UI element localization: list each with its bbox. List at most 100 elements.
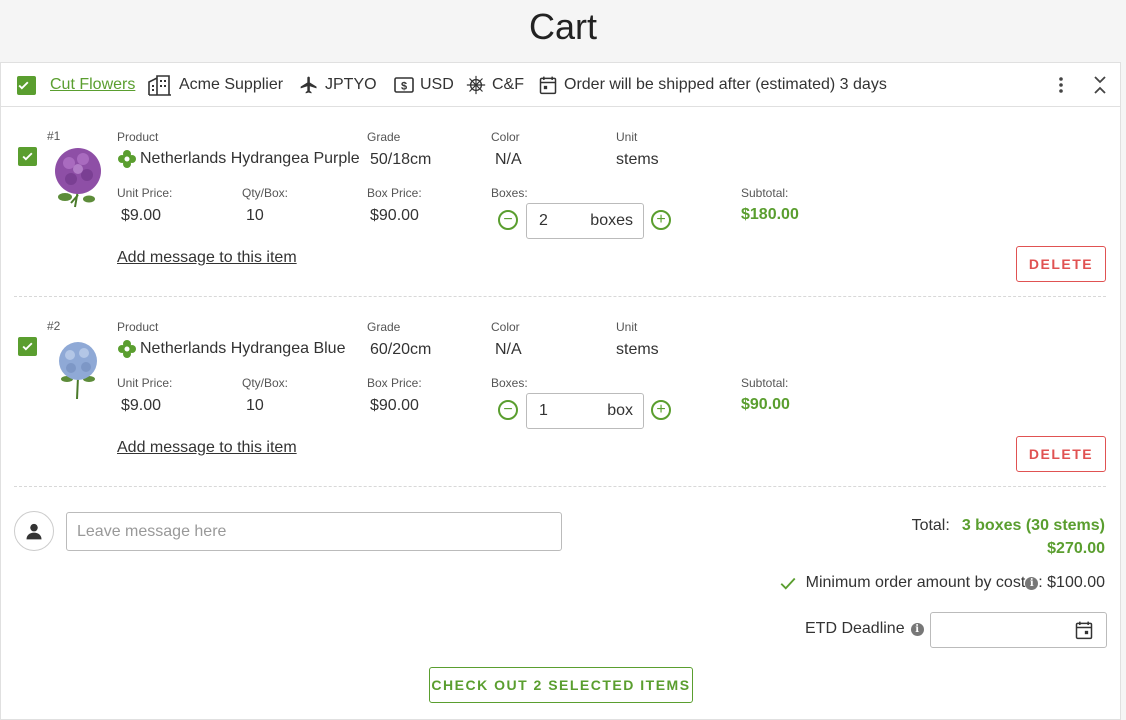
subtotal-value: $90.00 xyxy=(741,396,790,413)
increment-button[interactable]: + xyxy=(651,210,671,230)
decrement-button[interactable]: − xyxy=(498,400,518,420)
delete-button[interactable]: DELETE xyxy=(1016,246,1106,282)
qty-box-value: 10 xyxy=(246,397,264,414)
total-amount: $270.00 xyxy=(1047,540,1105,557)
min-order-value: : $100.00 xyxy=(1038,574,1105,591)
product-name: Netherlands Hydrangea Purple xyxy=(140,150,360,167)
product-name: Netherlands Hydrangea Blue xyxy=(140,340,346,357)
unit-price-label: Unit Price: xyxy=(117,186,173,200)
subtotal-label: Subtotal: xyxy=(741,376,789,390)
shipping-info: Order will be shipped after (estimated) … xyxy=(538,63,887,107)
subtotal-value: $180.00 xyxy=(741,206,799,223)
unit-value: stems xyxy=(616,151,659,168)
shipping-note: Order will be shipped after (estimated) … xyxy=(564,76,887,93)
grade-label: Grade xyxy=(367,320,401,334)
supplier-info: Acme Supplier xyxy=(147,63,283,107)
supplier-name: Acme Supplier xyxy=(179,76,284,93)
grade-label: Grade xyxy=(367,130,401,144)
grade-value: 50/18cm xyxy=(370,151,432,168)
total-row: Total: 3 boxes (30 stems) xyxy=(912,517,1105,535)
item-index: #1 xyxy=(47,129,61,143)
collapse-button[interactable] xyxy=(1092,63,1114,107)
product-name-row: Netherlands Hydrangea Blue xyxy=(117,339,345,359)
total-label: Total: xyxy=(911,517,950,534)
box-price-label: Box Price: xyxy=(367,376,422,390)
more-options-button[interactable] xyxy=(1053,63,1075,107)
ship-wheel-icon xyxy=(466,75,486,95)
total-boxes: 3 boxes (30 stems) xyxy=(961,517,1105,534)
increment-button[interactable]: + xyxy=(651,400,671,420)
boxes-label: Boxes: xyxy=(491,376,528,390)
unit-label: Unit xyxy=(616,130,638,144)
page-title: Cart xyxy=(528,6,597,47)
cart-item: #2 Product Netherlands Hydrangea Blue Gr… xyxy=(1,297,1120,487)
item-divider xyxy=(14,486,1106,487)
product-image xyxy=(51,145,105,216)
box-price-label: Box Price: xyxy=(367,186,422,200)
calendar-icon xyxy=(539,76,557,95)
product-label: Product xyxy=(117,130,159,144)
boxes-value: 1 xyxy=(539,402,548,419)
product-label: Product xyxy=(117,320,159,334)
info-icon[interactable]: i xyxy=(1025,576,1039,590)
airplane-icon xyxy=(300,76,317,94)
avatar xyxy=(14,511,54,551)
subtotal-label: Subtotal: xyxy=(741,186,789,200)
unit-price-value: $9.00 xyxy=(121,207,162,224)
flower-icon xyxy=(118,150,136,168)
min-order-label: Minimum order amount by cost xyxy=(805,574,1026,591)
add-message-link[interactable]: Add message to this item xyxy=(117,439,297,457)
grade-value: 60/20cm xyxy=(370,341,432,358)
supplier-header: Cut Flowers Acme Supplier JPTYO $ USD C&… xyxy=(1,63,1120,107)
decrement-button[interactable]: − xyxy=(498,210,518,230)
etd-label: ETD Deadline xyxy=(805,620,905,637)
add-message-link[interactable]: Add message to this item xyxy=(117,249,297,267)
category-link[interactable]: Cut Flowers xyxy=(50,76,135,94)
unit-price-label: Unit Price: xyxy=(117,376,173,390)
qty-box-value: 10 xyxy=(246,207,264,224)
item-index: #2 xyxy=(47,319,61,333)
svg-text:$: $ xyxy=(401,81,407,93)
etd-label-row: ETD Deadline i xyxy=(805,620,924,638)
order-message-input[interactable] xyxy=(66,512,562,551)
person-icon xyxy=(26,523,42,540)
box-price-value: $90.00 xyxy=(370,397,419,414)
flower-icon xyxy=(118,340,136,358)
unit-value: stems xyxy=(616,341,659,358)
plus-icon: + xyxy=(656,401,666,418)
currency-code: USD xyxy=(420,76,454,93)
calendar-icon[interactable] xyxy=(1074,620,1094,640)
boxes-unit: boxes xyxy=(590,212,633,229)
info-icon[interactable]: i xyxy=(910,622,924,636)
unit-price-value: $9.00 xyxy=(121,397,162,414)
boxes-label: Boxes: xyxy=(491,186,528,200)
item-checkbox[interactable] xyxy=(18,147,37,166)
incoterm: C&F xyxy=(492,76,524,93)
building-icon xyxy=(148,75,171,96)
minus-icon: − xyxy=(503,401,513,418)
qty-box-label: Qty/Box: xyxy=(242,186,289,200)
cart-card: Cut Flowers Acme Supplier JPTYO $ USD C&… xyxy=(0,62,1121,720)
more-vert-icon xyxy=(1059,77,1063,93)
product-image xyxy=(53,341,103,408)
boxes-input[interactable]: 1 box xyxy=(526,393,644,429)
plus-icon: + xyxy=(656,211,666,228)
airport-code: JPTYO xyxy=(325,76,377,93)
etd-date-input[interactable] xyxy=(930,612,1107,648)
box-price-value: $90.00 xyxy=(370,207,419,224)
checkout-button[interactable]: CHECK OUT 2 SELECTED ITEMS xyxy=(429,667,693,703)
currency-info: $ USD xyxy=(394,63,454,107)
collapse-icon xyxy=(1094,76,1106,94)
boxes-input[interactable]: 2 boxes xyxy=(526,203,644,239)
delete-button[interactable]: DELETE xyxy=(1016,436,1106,472)
cart-item: #1 Product Netherlands Hydrangea Purple … xyxy=(1,107,1120,297)
unit-label: Unit xyxy=(616,320,638,334)
color-label: Color xyxy=(491,130,520,144)
select-all-checkbox[interactable] xyxy=(17,63,36,107)
item-checkbox[interactable] xyxy=(18,337,37,356)
qty-box-label: Qty/Box: xyxy=(242,376,289,390)
color-label: Color xyxy=(491,320,520,334)
color-value: N/A xyxy=(495,151,522,168)
incoterm-info: C&F xyxy=(466,63,524,107)
minus-icon: − xyxy=(503,211,513,228)
